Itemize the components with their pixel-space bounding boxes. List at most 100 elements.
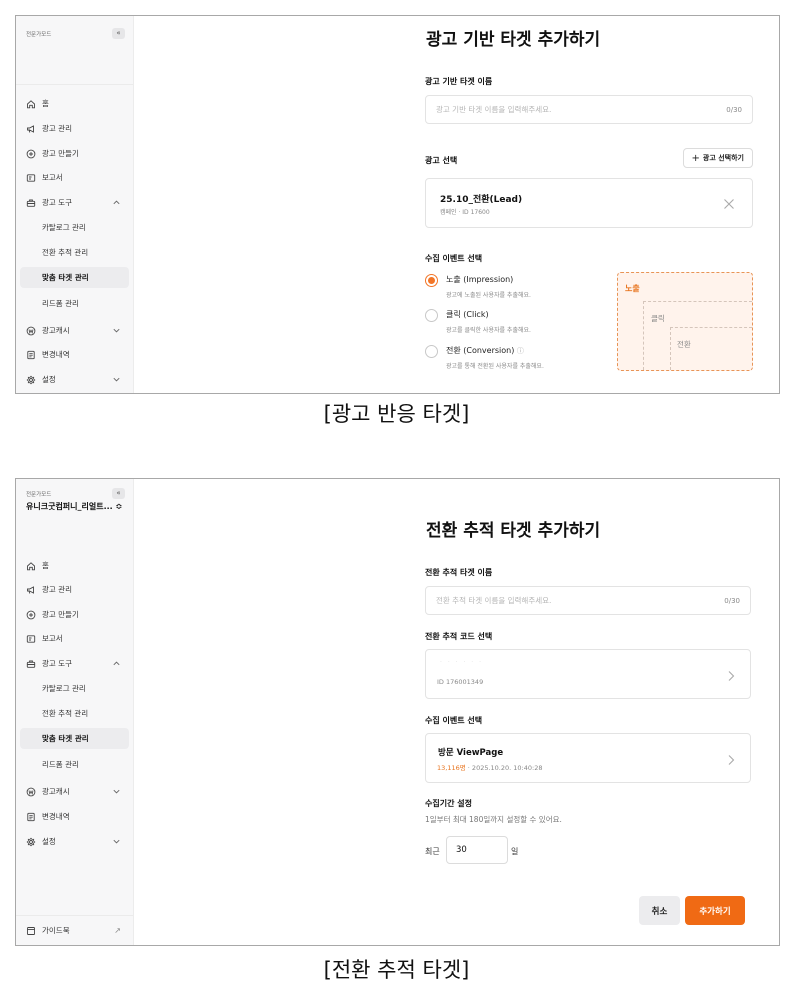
won-icon <box>26 787 36 797</box>
sidebar-item-reports[interactable]: 보고서 <box>16 167 133 188</box>
caption-ad-response-target: [광고 반응 타겟] <box>323 402 470 426</box>
char-counter: 0/30 <box>726 105 742 114</box>
funnel-click-label: 클릭 <box>651 314 665 323</box>
sidebar-item-conversion-tracking[interactable]: 전환 추적 관리 <box>16 703 133 724</box>
sidebar-item-label: 설정 <box>42 375 56 384</box>
megaphone-icon <box>26 124 36 134</box>
event-count: 13,116명 <box>437 764 466 772</box>
event-option-title: 클릭 (Click) <box>446 310 489 319</box>
event-timestamp: · 2025.10.20. 10:40:28 <box>465 764 543 772</box>
event-option-desc: 광고를 통해 전환된 사용자를 추출해요. <box>446 363 544 370</box>
sidebar-item-conversion-tracking[interactable]: 전환 추적 관리 <box>16 242 133 263</box>
close-icon[interactable] <box>722 196 736 210</box>
sidebar-divider <box>16 84 133 85</box>
radio-unselected[interactable] <box>425 309 438 322</box>
sidebar-item-catalog[interactable]: 카탈로그 관리 <box>16 217 133 238</box>
tracking-code-label: 전환 추적 코드 선택 <box>425 632 493 641</box>
event-option-desc: 광고를 클릭한 사용자를 추출해요. <box>446 327 531 334</box>
event-funnel-diagram: 노출 클릭 전환 <box>617 272 753 371</box>
select-ad-button-label: 광고 선택하기 <box>702 154 744 162</box>
info-icon[interactable]: ⓘ <box>517 347 524 355</box>
sidebar-item-label: 홈 <box>42 99 49 108</box>
sidebar-item-ad-cash[interactable]: 광고캐시 <box>16 781 133 802</box>
sidebar-item-label: 광고캐시 <box>42 326 70 335</box>
megaphone-icon <box>26 585 36 595</box>
plus-circle-icon <box>26 610 36 620</box>
gear-icon <box>26 375 36 385</box>
chevron-up-icon <box>112 659 121 668</box>
select-ad-button[interactable]: + 광고 선택하기 <box>682 148 753 168</box>
sidebar-item-label: 광고 도구 <box>42 198 72 207</box>
sidebar-item-settings[interactable]: 설정 <box>16 369 133 390</box>
radio-selected[interactable] <box>425 274 438 287</box>
event-option-conversion[interactable]: 전환 (Conversion) ⓘ 광고를 통해 전환된 사용자를 추출해요. <box>425 345 544 370</box>
cancel-button[interactable]: 취소 <box>639 896 680 925</box>
event-select-label: 수집 이벤트 선택 <box>425 254 483 263</box>
tracking-code-id: ID 176001349 <box>437 678 484 686</box>
page-title: 광고 기반 타겟 추가하기 <box>426 30 601 50</box>
event-select[interactable]: 방문 ViewPage 13,116명 · 2025.10.20. 10:40:… <box>425 733 751 783</box>
event-title: 방문 ViewPage <box>438 748 504 758</box>
period-days-input[interactable]: 30 <box>446 836 508 864</box>
sidebar-item-ad-tools[interactable]: 광고 도구 <box>16 192 133 213</box>
sidebar-item-label: 설정 <box>42 837 56 846</box>
report-icon <box>26 634 36 644</box>
period-prefix: 최근 <box>425 847 440 856</box>
account-switcher[interactable]: 유니크굿컴퍼니_리얼트... ≎ <box>26 501 122 512</box>
sidebar-item-label: 홈 <box>42 561 49 570</box>
sidebar-item-ad-tools[interactable]: 광고 도구 <box>16 653 133 674</box>
plus-icon: + <box>691 152 700 164</box>
guidebook-link[interactable]: 가이드북 ↗ <box>16 915 133 945</box>
sidebar: 전문가모드 « 유니크굿컴퍼니_리얼트... ≎ 홈 광고 관리 광고 만들기 … <box>16 479 134 945</box>
event-option-impression[interactable]: 노출 (Impression) 광고에 노출된 사용자를 추출해요. <box>425 274 531 299</box>
sidebar-item-catalog[interactable]: 카탈로그 관리 <box>16 678 133 699</box>
char-counter: 0/30 <box>724 596 740 605</box>
ad-card-meta: 캠페인 · ID 17600 <box>440 209 490 216</box>
sidebar-item-ad-management[interactable]: 광고 관리 <box>16 118 133 139</box>
target-name-input[interactable]: 전환 추적 타겟 이름을 입력해주세요. 0/30 <box>425 586 751 615</box>
gear-icon <box>26 837 36 847</box>
caption-conversion-tracking-target: [전환 추적 타겟] <box>323 958 470 982</box>
collapse-sidebar-button[interactable]: « <box>112 488 125 499</box>
sidebar-item-lead-form[interactable]: 리드폼 관리 <box>16 293 133 314</box>
sidebar-item-home[interactable]: 홈 <box>16 555 133 576</box>
sidebar-item-create-ad[interactable]: 광고 만들기 <box>16 143 133 164</box>
period-suffix: 일 <box>511 847 519 856</box>
sidebar-item-home[interactable]: 홈 <box>16 93 133 114</box>
event-option-click[interactable]: 클릭 (Click) 광고를 클릭한 사용자를 추출해요. <box>425 309 531 334</box>
guidebook-label: 가이드북 <box>42 926 70 935</box>
sidebar-item-ad-cash[interactable]: 광고캐시 <box>16 320 133 341</box>
page-title: 전환 추적 타겟 추가하기 <box>426 521 601 541</box>
target-name-label: 전환 추적 타겟 이름 <box>425 568 493 577</box>
sidebar-item-custom-target[interactable]: 맞춤 타겟 관리 <box>20 728 129 749</box>
history-icon <box>26 350 36 360</box>
sidebar-item-lead-form[interactable]: 리드폼 관리 <box>16 754 133 775</box>
sidebar-item-history[interactable]: 변경내역 <box>16 344 133 365</box>
radio-unselected[interactable] <box>425 345 438 358</box>
ad-response-target-screen: 전문가모드 « 홈 광고 관리 광고 만들기 보고서 광고 도구 카탈로그 관리… <box>15 15 780 394</box>
target-name-input[interactable]: 광고 기반 타겟 이름을 입력해주세요. 0/30 <box>425 95 753 124</box>
sidebar-item-settings[interactable]: 설정 <box>16 831 133 852</box>
chevron-right-icon <box>726 668 736 682</box>
chevron-down-icon <box>112 837 121 846</box>
toolbox-icon <box>26 659 36 669</box>
sidebar-item-label: 보고서 <box>42 173 63 182</box>
sidebar-item-reports[interactable]: 보고서 <box>16 628 133 649</box>
sidebar-item-create-ad[interactable]: 광고 만들기 <box>16 604 133 625</box>
ad-card-title: 25.10_전환(Lead) <box>440 195 523 205</box>
history-icon <box>26 812 36 822</box>
plus-circle-icon <box>26 149 36 159</box>
sidebar: 전문가모드 « 홈 광고 관리 광고 만들기 보고서 광고 도구 카탈로그 관리… <box>16 16 134 393</box>
add-button[interactable]: 추가하기 <box>685 896 745 925</box>
sidebar-item-label: 변경내역 <box>42 350 70 359</box>
external-link-icon: ↗ <box>114 926 121 935</box>
sidebar-item-ad-management[interactable]: 광고 관리 <box>16 579 133 600</box>
ad-select-label: 광고 선택 <box>425 156 458 165</box>
sidebar-item-label: 광고 만들기 <box>42 149 79 158</box>
tracking-code-select[interactable]: · · · · · · ID 176001349 <box>425 649 751 699</box>
sidebar-item-history[interactable]: 변경내역 <box>16 806 133 827</box>
sidebar-item-label: 광고 관리 <box>42 124 72 133</box>
event-option-title: 노출 (Impression) <box>446 275 514 284</box>
sidebar-item-custom-target[interactable]: 맞춤 타겟 관리 <box>20 267 129 288</box>
collapse-sidebar-button[interactable]: « <box>112 28 125 39</box>
